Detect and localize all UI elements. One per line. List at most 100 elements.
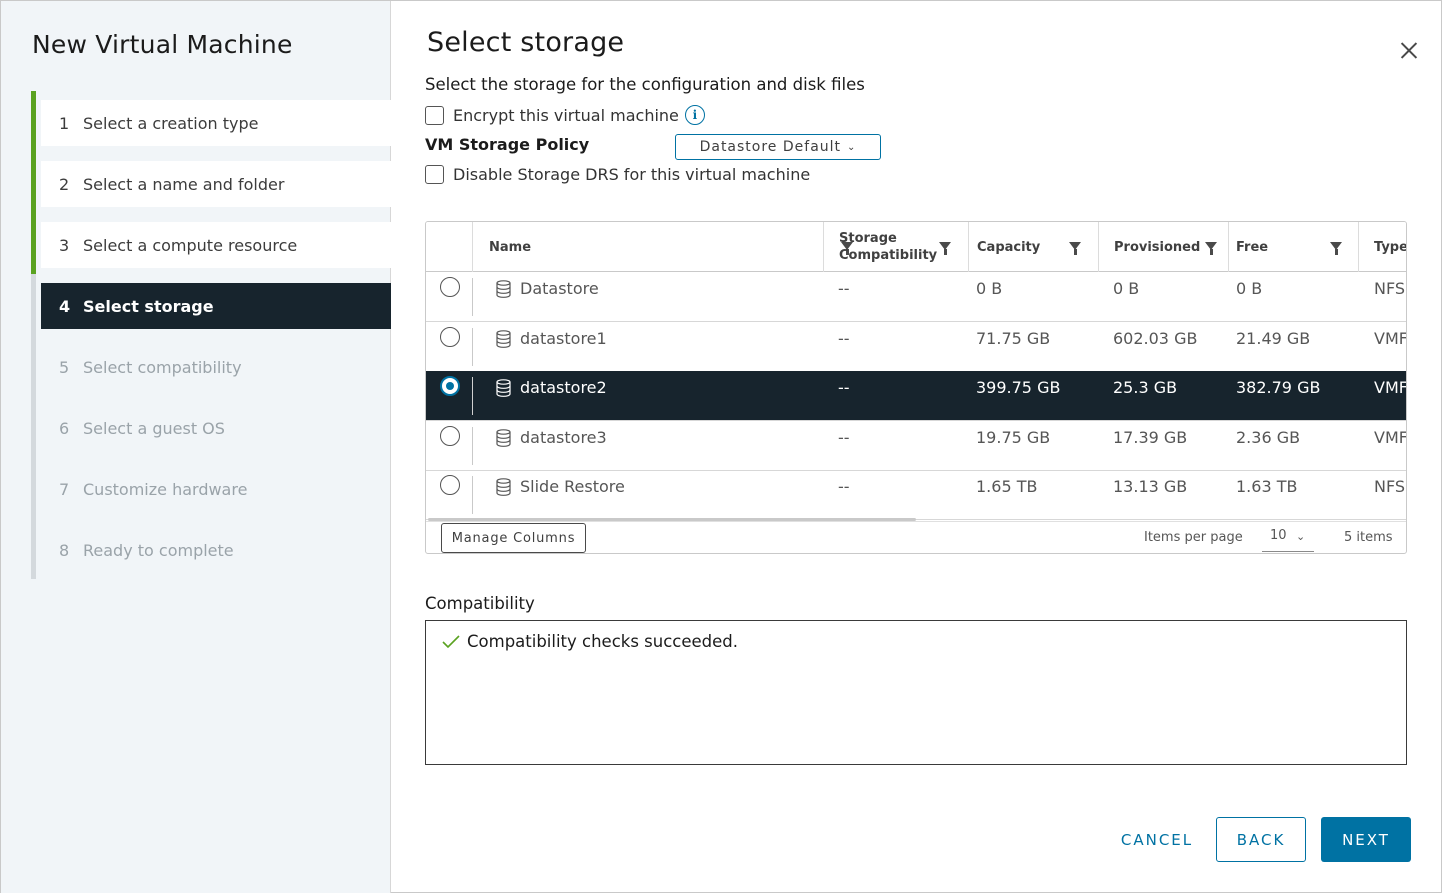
step-progress-bar	[31, 91, 36, 152]
back-button[interactable]: BACK	[1216, 817, 1306, 862]
filter-icon[interactable]	[1330, 242, 1342, 255]
column-header-provisioned[interactable]: Provisioned	[1098, 222, 1228, 272]
table-row[interactable]: Slide Restore -- 1.65 TB 13.13 GB 1.63 TB NFS	[426, 470, 1406, 521]
step-progress-bar	[31, 152, 36, 213]
wizard-step-2[interactable]: 2 Select a name and folder	[31, 152, 391, 213]
filter-icon[interactable]	[1069, 242, 1081, 255]
cell-name: Slide Restore	[496, 470, 816, 520]
wizard-step-7: 7 Customize hardware	[31, 457, 391, 518]
info-icon[interactable]: i	[684, 105, 705, 125]
row-radio[interactable]	[440, 326, 460, 347]
storage-policy-dropdown[interactable]: Datastore Default ⌄	[675, 134, 881, 160]
manage-columns-button[interactable]: Manage Columns	[441, 523, 586, 553]
encrypt-checkbox[interactable]	[425, 105, 444, 125]
row-radio[interactable]	[440, 376, 460, 397]
column-header-storage-compatibility[interactable]: Storage Compatibility	[823, 222, 968, 272]
main-panel: Select storage Select the storage for th…	[391, 1, 1442, 893]
wizard-sidebar: New Virtual Machine 1 Select a creation t…	[1, 1, 391, 893]
table-row[interactable]: datastore2 -- 399.75 GB 25.3 GB 382.79 GB VMF	[426, 371, 1406, 422]
cell-storage-compatibility: --	[838, 378, 850, 398]
cell-name: Datastore	[496, 272, 816, 322]
cell-free: 382.79 GB	[1236, 378, 1321, 398]
step-label: Select storage	[83, 296, 214, 316]
step-number: 4	[59, 296, 71, 316]
cell-name: datastore2	[496, 371, 816, 421]
chevron-down-icon: ⌄	[1296, 530, 1306, 543]
datastore-icon	[496, 329, 511, 348]
disable-drs-row: Disable Storage DRS for this virtual mac…	[425, 165, 810, 184]
wizard-step-6: 6 Select a guest OS	[31, 396, 391, 457]
page-title: Select storage	[427, 27, 625, 58]
column-divider	[472, 426, 473, 465]
cell-storage-compatibility: --	[838, 427, 850, 447]
horizontal-scrollbar[interactable]	[428, 518, 916, 521]
step-card[interactable]: 2 Select a name and folder	[41, 161, 391, 207]
filter-icon[interactable]	[1205, 242, 1217, 255]
step-number: 7	[59, 479, 70, 499]
column-divider	[472, 327, 473, 366]
cell-storage-compatibility: --	[838, 328, 850, 348]
step-number: 8	[59, 540, 70, 560]
new-vm-dialog: New Virtual Machine 1 Select a creation t…	[0, 0, 1442, 893]
cell-name: datastore3	[496, 421, 816, 471]
wizard-step-4[interactable]: 4 Select storage	[31, 274, 391, 335]
step-label: Select compatibility	[83, 357, 242, 377]
step-card: 8 Ready to complete	[41, 527, 391, 573]
cell-free: 1.63 TB	[1236, 477, 1298, 497]
datastore-grid: Name Storage Compatibility Capacity Provi…	[425, 221, 1407, 554]
cell-storage-compatibility: --	[838, 279, 850, 298]
chevron-down-icon: ⌄	[847, 141, 857, 153]
step-number: 3	[59, 235, 70, 255]
cell-capacity: 0 B	[976, 279, 1003, 298]
step-label: Customize hardware	[83, 479, 248, 499]
step-progress-bar	[31, 457, 36, 518]
close-icon[interactable]	[1395, 37, 1423, 65]
wizard-step-3[interactable]: 3 Select a compute resource	[31, 213, 391, 274]
column-header-capacity[interactable]: Capacity	[968, 222, 1098, 272]
compatibility-box: Compatibility checks succeeded.	[425, 620, 1407, 765]
table-row[interactable]: datastore1 -- 71.75 GB 602.03 GB 21.49 GB VMF	[426, 322, 1406, 372]
datastore-icon	[496, 280, 511, 298]
table-row[interactable]: datastore3 -- 19.75 GB 17.39 GB 2.36 GB VMF	[426, 421, 1406, 471]
wizard-step-5: 5 Select compatibility	[31, 335, 391, 396]
next-button[interactable]: NEXT	[1321, 817, 1411, 862]
step-card: 7 Customize hardware	[41, 466, 391, 512]
items-per-page-select[interactable]: 10 ⌄	[1262, 528, 1314, 552]
table-row[interactable]: Datastore -- 0 B 0 B 0 B NFS	[426, 272, 1406, 322]
step-card[interactable]: 1 Select a creation type	[41, 100, 391, 146]
row-radio[interactable]	[440, 475, 460, 496]
step-number: 1	[59, 113, 70, 133]
items-per-page-label: Items per page	[1144, 530, 1243, 545]
cell-provisioned: 13.13 GB	[1113, 477, 1188, 497]
step-progress-bar	[31, 335, 36, 396]
step-label: Select a compute resource	[83, 235, 298, 255]
filter-icon[interactable]	[939, 242, 951, 255]
cell-free: 21.49 GB	[1236, 328, 1311, 348]
compatibility-label: Compatibility	[425, 594, 535, 613]
cell-free: 0 B	[1236, 279, 1263, 298]
wizard-step-1[interactable]: 1 Select a creation type	[31, 91, 391, 152]
cell-provisioned: 17.39 GB	[1113, 427, 1188, 447]
row-radio[interactable]	[440, 425, 460, 446]
row-radio[interactable]	[440, 277, 460, 297]
compatibility-message: Compatibility checks succeeded.	[467, 632, 739, 651]
column-header-name[interactable]: Name	[472, 222, 853, 272]
grid-footer: Manage Columns Items per page 10 ⌄ 5 ite…	[426, 522, 1406, 553]
step-number: 6	[59, 418, 70, 438]
datastore-icon	[496, 478, 511, 497]
column-header-free[interactable]: Free	[1228, 222, 1358, 272]
cell-capacity: 71.75 GB	[976, 328, 1051, 348]
cell-capacity: 1.65 TB	[976, 477, 1038, 497]
step-card[interactable]: 3 Select a compute resource	[41, 222, 391, 268]
grid-header: Name Storage Compatibility Capacity Provi…	[426, 222, 1406, 272]
column-header-type[interactable]: Type	[1358, 222, 1406, 272]
cell-provisioned: 602.03 GB	[1113, 328, 1198, 348]
cancel-button[interactable]: CANCEL	[1109, 817, 1205, 862]
items-count: 5 items	[1344, 530, 1393, 545]
cell-free: 2.36 GB	[1236, 427, 1301, 447]
datastore-icon	[496, 428, 511, 447]
step-card: 5 Select compatibility	[41, 344, 391, 390]
step-progress-bar	[31, 213, 36, 274]
step-card[interactable]: 4 Select storage	[41, 283, 391, 329]
disable-drs-checkbox[interactable]	[425, 165, 444, 184]
